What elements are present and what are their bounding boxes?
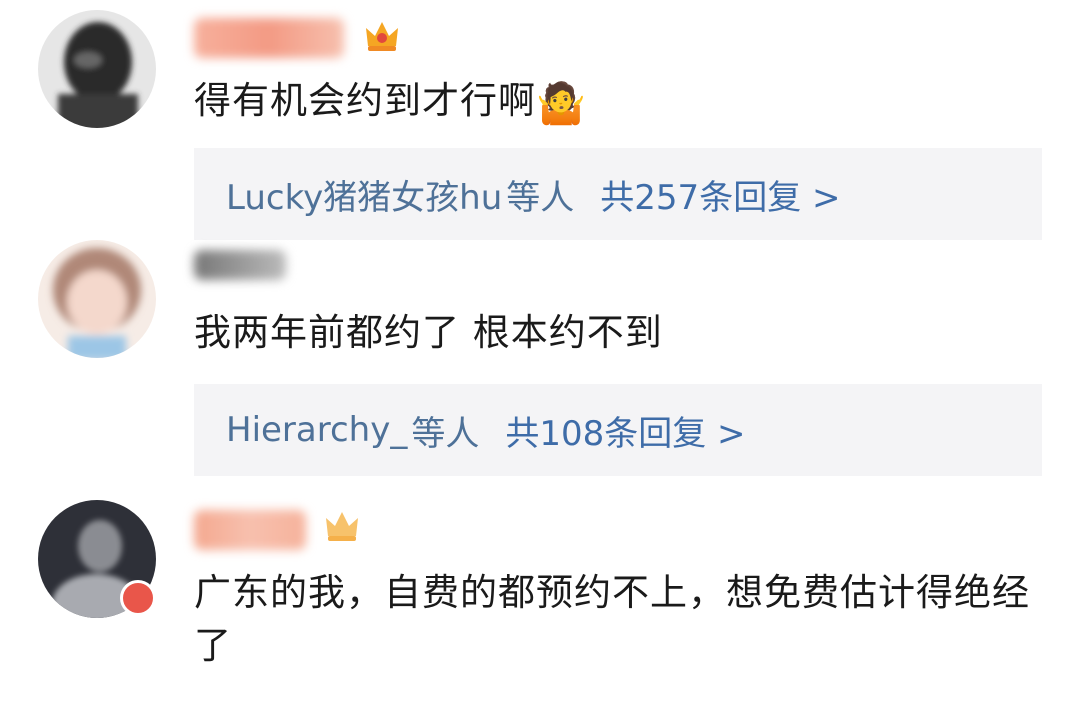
reply-summary[interactable]: Lucky猪猪女孩hu 等人 共257条回复 >: [194, 148, 1042, 240]
reply-count-link[interactable]: 共108条回复 >: [505, 406, 745, 455]
vip-badge-icon: [120, 580, 156, 616]
shrug-emoji-icon: 🤷: [536, 81, 587, 127]
comment-text: 我两年前都约了 根本约不到: [194, 306, 1042, 359]
avatar[interactable]: [38, 10, 156, 128]
crown-badge-icon: [366, 22, 398, 51]
comment-text-content: 我两年前都约了 根本约不到: [194, 311, 663, 354]
username-blurred[interactable]: [194, 510, 306, 550]
avatar[interactable]: [38, 240, 156, 358]
comment-text-content: 得有机会约到才行啊: [194, 79, 536, 122]
comment-text: 广东的我，自费的都预约不上，想免费估计得绝经了: [194, 566, 1042, 672]
reply-summary[interactable]: Hierarchy_ 等人 共108条回复 >: [194, 384, 1042, 476]
reply-suffix: 等人: [411, 413, 480, 454]
reply-users[interactable]: Hierarchy_: [226, 410, 407, 450]
reply-count-link[interactable]: 共257条回复 >: [600, 170, 840, 219]
reply-users[interactable]: Lucky猪猪女孩hu: [226, 170, 502, 219]
username-blurred[interactable]: [194, 18, 344, 58]
comment-text-content: 广东的我，自费的都预约不上，想免费估计得绝经了: [194, 571, 1030, 667]
comment-text: 得有机会约到才行啊🤷: [194, 74, 1042, 131]
reply-suffix: 等人: [506, 177, 575, 218]
crown-badge-icon: [326, 512, 358, 541]
username-blurred[interactable]: [194, 250, 286, 280]
